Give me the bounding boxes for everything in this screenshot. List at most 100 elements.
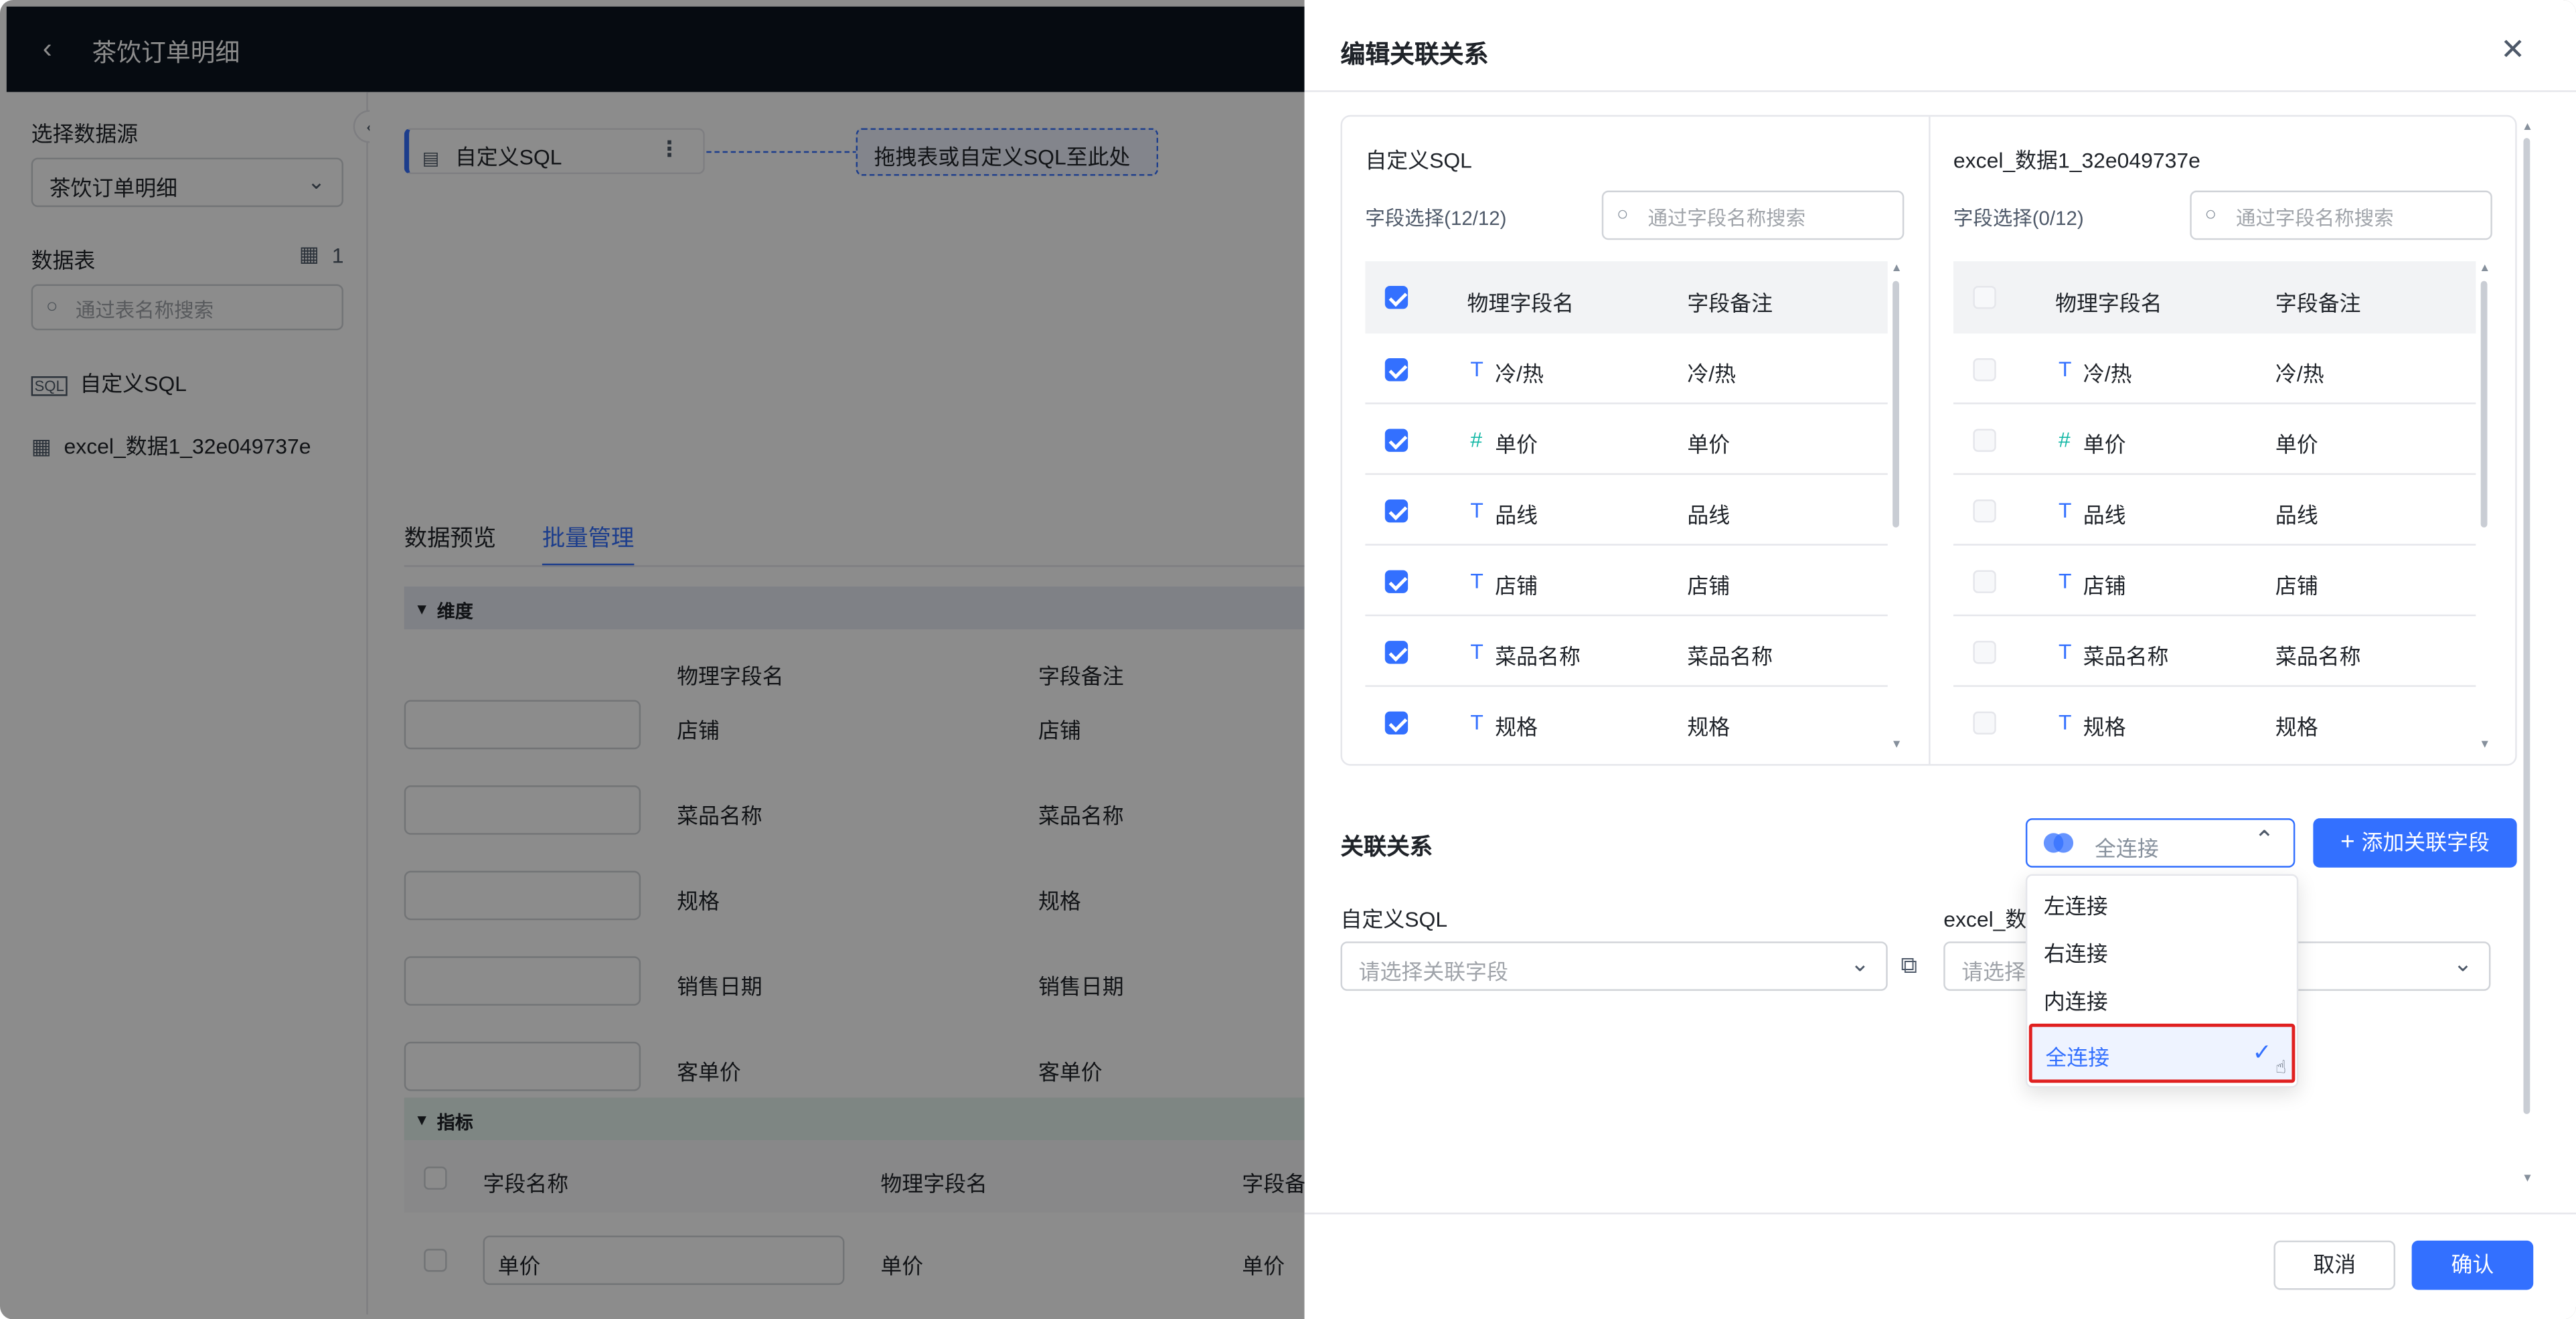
table-row[interactable]: T 品线 品线: [1953, 475, 2476, 546]
left-relation-field-select[interactable]: 请选择关联字段 ⌄: [1340, 941, 1888, 991]
row-checkbox[interactable]: [1384, 499, 1408, 523]
chevron-up-icon: ⌃: [2254, 826, 2275, 855]
menu-item-left-join[interactable]: 左连接: [2027, 882, 2296, 930]
table-row[interactable]: T 冷/热 冷/热: [1365, 333, 1888, 404]
menu-item-full-join[interactable]: 全连接 ✓ ☝: [2028, 1023, 2296, 1083]
text-type-icon: T: [2058, 356, 2072, 382]
table-row[interactable]: T 规格 规格: [1365, 687, 1887, 758]
field-remark: 冷/热: [2275, 361, 2324, 386]
left-table-header: 物理字段名 字段备注: [1365, 261, 1888, 334]
chevron-down-icon: ⌄: [1850, 949, 1870, 976]
add-relation-field-button[interactable]: + 添加关联字段: [2313, 818, 2517, 868]
field-name: 冷/热: [1495, 361, 1544, 386]
right-table-scrollbar[interactable]: [2480, 281, 2488, 528]
row-checkbox[interactable]: [1384, 570, 1408, 593]
field-remark: 菜品名称: [2275, 644, 2361, 669]
confirm-button[interactable]: 确认: [2411, 1240, 2534, 1290]
menu-item-full-join-label: 全连接: [2045, 1044, 2110, 1070]
field-name: 品线: [2083, 502, 2126, 528]
row-checkbox[interactable]: [1384, 711, 1408, 734]
table-row[interactable]: T 品线 品线: [1365, 475, 1888, 546]
field-remark: 冷/热: [1687, 361, 1737, 386]
left-relation-label: 自定义SQL: [1340, 907, 1448, 932]
text-type-icon: T: [1470, 710, 1483, 734]
row-checkbox[interactable]: [1973, 429, 1996, 452]
field-name: 店铺: [1495, 573, 1538, 599]
row-checkbox[interactable]: [1973, 711, 1996, 734]
row-checkbox[interactable]: [1973, 499, 1996, 523]
field-remark: 品线: [1687, 502, 1730, 528]
row-checkbox[interactable]: [1973, 570, 1996, 593]
row-checkbox[interactable]: [1384, 358, 1408, 382]
row-checkbox[interactable]: [1384, 429, 1408, 452]
field-name: 规格: [2083, 714, 2126, 740]
text-type-icon: T: [2058, 497, 2072, 523]
field-remark: 单价: [1687, 432, 1730, 457]
scroll-up-icon[interactable]: ▲: [1891, 263, 1903, 275]
text-type-icon: T: [2058, 710, 2072, 734]
select-all-checkbox[interactable]: [1384, 286, 1408, 309]
table-row[interactable]: T 冷/热 冷/热: [1953, 333, 2476, 404]
text-type-icon: T: [1470, 639, 1483, 664]
field-name: 菜品名称: [1495, 644, 1581, 669]
table-row[interactable]: T 菜品名称 菜品名称: [1953, 616, 2476, 687]
full-join-icon: [2043, 833, 2074, 853]
scroll-up-icon[interactable]: ▲: [2479, 263, 2490, 275]
col-header-physical: 物理字段名: [1467, 291, 1575, 316]
join-type-value: 全连接: [2094, 836, 2159, 861]
left-search-placeholder: 通过字段名称搜索: [1647, 207, 1806, 230]
menu-item-inner-join[interactable]: 内连接: [2027, 978, 2296, 1025]
check-icon: ✓: [2252, 1038, 2272, 1065]
select-all-checkbox[interactable]: [1973, 286, 1996, 309]
field-name: 冷/热: [2083, 361, 2132, 386]
field-name: 品线: [1495, 502, 1538, 528]
drawer-scrollbar[interactable]: [2523, 138, 2530, 1114]
swap-icon[interactable]: ⧉: [1901, 951, 1917, 980]
field-remark: 店铺: [1687, 573, 1730, 599]
col-header-remark: 字段备注: [1687, 291, 1773, 316]
divider: [1304, 1213, 2576, 1215]
scroll-up-icon[interactable]: ▲: [2522, 122, 2533, 133]
field-selection-panel: 自定义SQL 字段选择(12/12) ○ 通过字段名称搜索 物理字段名 字段备注…: [1340, 114, 2517, 766]
relation-label: 关联关系: [1340, 833, 1433, 860]
text-type-icon: T: [2058, 639, 2072, 664]
scroll-down-icon[interactable]: ▼: [2522, 1173, 2533, 1184]
search-icon: ○: [1616, 202, 1629, 226]
table-row[interactable]: T 菜品名称 菜品名称: [1365, 616, 1888, 687]
pointer-cursor-icon: ☝: [2275, 1058, 2287, 1078]
right-relation-placeholder: 请选择: [1961, 959, 2026, 985]
row-checkbox[interactable]: [1973, 358, 1996, 382]
right-search-placeholder: 通过字段名称搜索: [2236, 207, 2394, 230]
chevron-down-icon: ⌄: [2453, 949, 2473, 976]
scroll-down-icon[interactable]: ▼: [2479, 739, 2490, 751]
table-row[interactable]: T 规格 规格: [1953, 687, 2476, 758]
left-table-title: 自定义SQL: [1365, 147, 1472, 173]
menu-item-right-join[interactable]: 右连接: [2027, 930, 2296, 978]
row-checkbox[interactable]: [1973, 641, 1996, 664]
field-remark: 单价: [2275, 432, 2318, 457]
field-name: 单价: [2083, 432, 2126, 457]
row-checkbox[interactable]: [1384, 641, 1408, 664]
field-remark: 品线: [2275, 502, 2318, 528]
right-table-title: excel_数据1_32e049737e: [1953, 147, 2200, 173]
table-row[interactable]: T 店铺 店铺: [1365, 546, 1888, 617]
right-relation-label: excel_数: [1943, 907, 2027, 932]
table-row[interactable]: # 单价 单价: [1953, 404, 2476, 475]
text-type-icon: T: [1470, 497, 1483, 523]
plus-icon: +: [2340, 828, 2355, 856]
col-header-remark: 字段备注: [2275, 291, 2361, 316]
right-field-search-input[interactable]: ○ 通过字段名称搜索: [2190, 190, 2492, 240]
left-table-scrollbar[interactable]: [1893, 281, 1899, 528]
scroll-down-icon[interactable]: ▼: [1891, 739, 1903, 751]
field-name: 菜品名称: [2083, 644, 2169, 669]
number-type-icon: #: [2058, 427, 2071, 452]
edit-relation-drawer: 编辑关联关系 ✕ 自定义SQL 字段选择(12/12) ○ 通过字段名称搜索 物…: [1304, 0, 2576, 1319]
table-row[interactable]: # 单价 单价: [1365, 404, 1888, 475]
cancel-button[interactable]: 取消: [2273, 1240, 2396, 1290]
table-row[interactable]: T 店铺 店铺: [1953, 546, 2476, 617]
join-type-select[interactable]: 全连接 ⌃: [2025, 818, 2296, 868]
drawer-title: 编辑关联关系: [1340, 41, 1489, 70]
close-icon[interactable]: ✕: [2500, 33, 2525, 68]
left-field-search-input[interactable]: ○ 通过字段名称搜索: [1601, 190, 1905, 240]
left-table-column: 自定义SQL 字段选择(12/12) ○ 通过字段名称搜索 物理字段名 字段备注…: [1342, 117, 1929, 764]
